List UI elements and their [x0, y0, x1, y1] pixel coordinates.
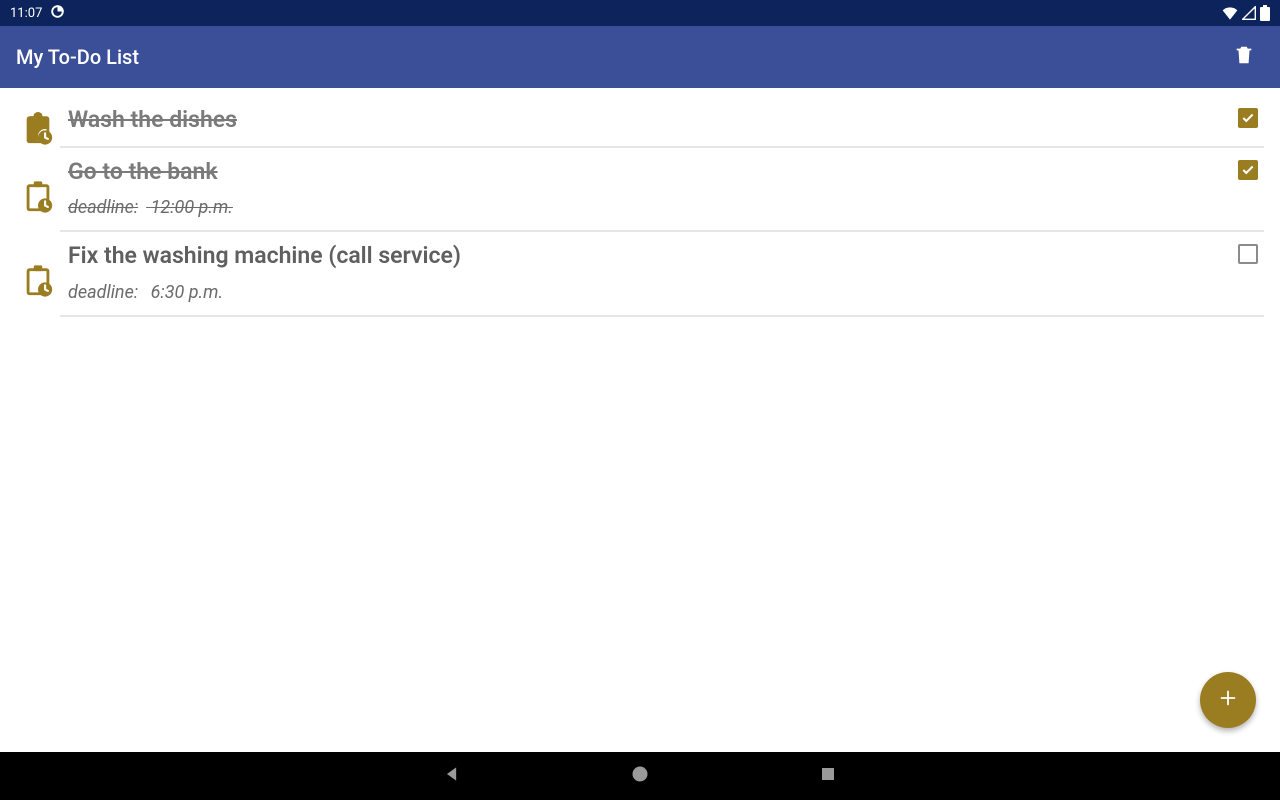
- todo-checkbox[interactable]: [1238, 108, 1258, 128]
- todo-title: Wash the dishes: [68, 106, 1232, 134]
- nav-back-button[interactable]: [438, 762, 466, 790]
- todo-title: Fix the washing machine (call service): [68, 242, 1232, 270]
- todo-deadline: deadline: 12:00 p.m.: [68, 197, 1264, 218]
- navigation-bar: [0, 752, 1280, 800]
- clipboard-clock-icon: [16, 242, 60, 298]
- status-dnd-icon: [50, 4, 65, 23]
- app-title: My To-Do List: [16, 45, 139, 69]
- todo-item[interactable]: Wash the dishes: [12, 96, 1268, 148]
- recents-square-icon: [819, 765, 837, 787]
- deadline-value: 12:00 p.m.: [151, 197, 233, 218]
- todo-list: Wash the dishes Go to the bank: [0, 88, 1280, 752]
- trash-icon: [1233, 44, 1255, 70]
- status-time: 11:07: [10, 6, 42, 21]
- nav-home-button[interactable]: [626, 762, 654, 790]
- battery-icon: [1260, 5, 1270, 21]
- back-triangle-icon: [442, 764, 462, 788]
- clipboard-clock-icon: [16, 158, 60, 214]
- todo-checkbox[interactable]: [1238, 160, 1258, 180]
- todo-title: Go to the bank: [68, 158, 1232, 186]
- deadline-label: deadline:: [68, 197, 138, 218]
- deadline-value: 6:30 p.m.: [151, 282, 224, 303]
- deadline-label: deadline:: [68, 282, 138, 303]
- todo-checkbox[interactable]: [1238, 244, 1258, 264]
- add-task-button[interactable]: [1200, 672, 1256, 728]
- todo-item[interactable]: Go to the bank deadline: 12:00 p.m.: [12, 148, 1268, 233]
- plus-icon: [1217, 687, 1239, 713]
- clipboard-clock-icon: [16, 106, 60, 146]
- home-circle-icon: [630, 764, 650, 788]
- status-bar: 11:07: [0, 0, 1280, 26]
- delete-button[interactable]: [1224, 37, 1264, 77]
- todo-deadline: deadline: 6:30 p.m.: [68, 282, 1264, 303]
- todo-item[interactable]: Fix the washing machine (call service) d…: [12, 232, 1268, 317]
- app-bar: My To-Do List: [0, 26, 1280, 88]
- cell-signal-icon: [1242, 6, 1256, 20]
- wifi-icon: [1222, 6, 1238, 20]
- nav-recents-button[interactable]: [814, 762, 842, 790]
